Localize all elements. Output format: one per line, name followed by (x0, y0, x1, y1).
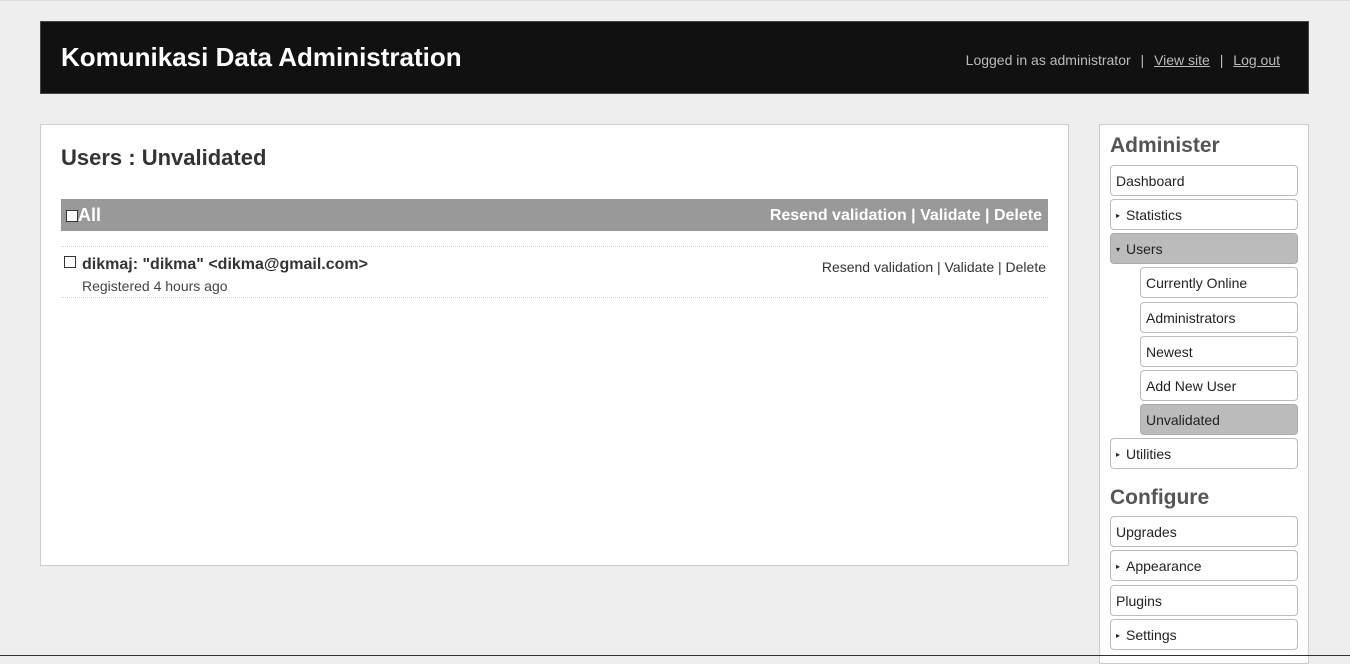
bulk-actions: Resend validation | Validate | Delete (770, 207, 1042, 225)
select-all-label: All (78, 205, 102, 225)
nav-label: Users (1126, 241, 1163, 257)
nav-utilities[interactable]: ▸ Utilities (1110, 438, 1298, 469)
page-title: Users : Unvalidated (61, 145, 267, 170)
user-actions: Resend validation | Validate | Delete (822, 259, 1046, 275)
nav-label: Plugins (1116, 593, 1162, 609)
delete-link[interactable]: Delete (1006, 259, 1046, 275)
collapse-arrow-icon: ▾ (1116, 245, 1121, 254)
nav-currently-online[interactable]: Currently Online (1140, 267, 1298, 298)
bulk-delete-button[interactable]: Delete (994, 207, 1042, 224)
expand-arrow-icon: ▸ (1116, 562, 1121, 571)
admin-header: Komunikasi Data Administration Logged in… (40, 21, 1309, 94)
expand-arrow-icon: ▸ (1116, 211, 1121, 220)
nav-label: Dashboard (1116, 173, 1185, 189)
view-site-link[interactable]: View site (1154, 52, 1210, 68)
nav-label: Upgrades (1116, 524, 1177, 540)
nav-label: Newest (1146, 344, 1193, 360)
nav-label: Statistics (1126, 207, 1183, 223)
user-bar: Logged in as administrator | View site |… (966, 52, 1280, 68)
select-all-checkbox[interactable] (66, 209, 78, 222)
nav-label: Utilities (1126, 446, 1172, 462)
logged-in-text: Logged in as administrator (965, 52, 1131, 68)
bulk-validate-button[interactable]: Validate (920, 207, 980, 224)
user-identity: dikmaj: "dikma" <dikma@gmail.com> (82, 256, 368, 273)
nav-unvalidated[interactable]: Unvalidated (1140, 404, 1298, 435)
nav-label: Currently Online (1146, 275, 1248, 291)
expand-arrow-icon: ▸ (1116, 450, 1121, 459)
user-registered: Registered 4 hours ago (82, 278, 228, 294)
separator: | (1219, 52, 1224, 68)
main-panel: Users : Unvalidated All Resend validatio… (40, 124, 1069, 566)
nav-dashboard[interactable]: Dashboard (1110, 165, 1298, 196)
nav-upgrades[interactable]: Upgrades (1110, 516, 1298, 547)
nav-add-new-user[interactable]: Add New User (1140, 370, 1298, 401)
nav-label: Add New User (1146, 378, 1237, 394)
nav-statistics[interactable]: ▸ Statistics (1110, 199, 1298, 230)
validate-link[interactable]: Validate (945, 259, 995, 275)
admin-sidebar: Administer Dashboard ▸ Statistics ▾ Users … (1099, 124, 1309, 664)
nav-label: Unvalidated (1146, 412, 1220, 428)
user-row: dikmaj: "dikma" <dikma@gmail.com> Regist… (61, 246, 1048, 298)
select-all: All (66, 205, 101, 226)
nav-label: Appearance (1126, 558, 1202, 574)
nav-administrators[interactable]: Administrators (1140, 302, 1298, 333)
administer-heading: Administer (1110, 134, 1220, 157)
nav-label: Administrators (1146, 310, 1236, 326)
user-checkbox[interactable] (64, 256, 76, 268)
top-border (0, 0, 1350, 1)
log-out-link[interactable]: Log out (1233, 52, 1280, 68)
nav-settings[interactable]: ▸ Settings (1110, 619, 1298, 650)
nav-appearance[interactable]: ▸ Appearance (1110, 550, 1298, 581)
site-title: Komunikasi Data Administration (61, 42, 462, 72)
separator: | (906, 207, 921, 224)
nav-newest[interactable]: Newest (1140, 336, 1298, 367)
configure-heading: Configure (1110, 486, 1210, 509)
bulk-action-bar: All Resend validation | Validate | Delet… (61, 199, 1048, 231)
separator: | (933, 259, 945, 275)
nav-plugins[interactable]: Plugins (1110, 585, 1298, 616)
nav-label: Settings (1126, 627, 1177, 643)
separator: | (1140, 52, 1145, 68)
resend-validation-link[interactable]: Resend validation (822, 259, 933, 275)
bulk-resend-validation-button[interactable]: Resend validation (770, 207, 907, 224)
expand-arrow-icon: ▸ (1116, 631, 1121, 640)
separator: | (994, 259, 1006, 275)
nav-users[interactable]: ▾ Users (1110, 233, 1298, 264)
separator: | (980, 207, 994, 224)
